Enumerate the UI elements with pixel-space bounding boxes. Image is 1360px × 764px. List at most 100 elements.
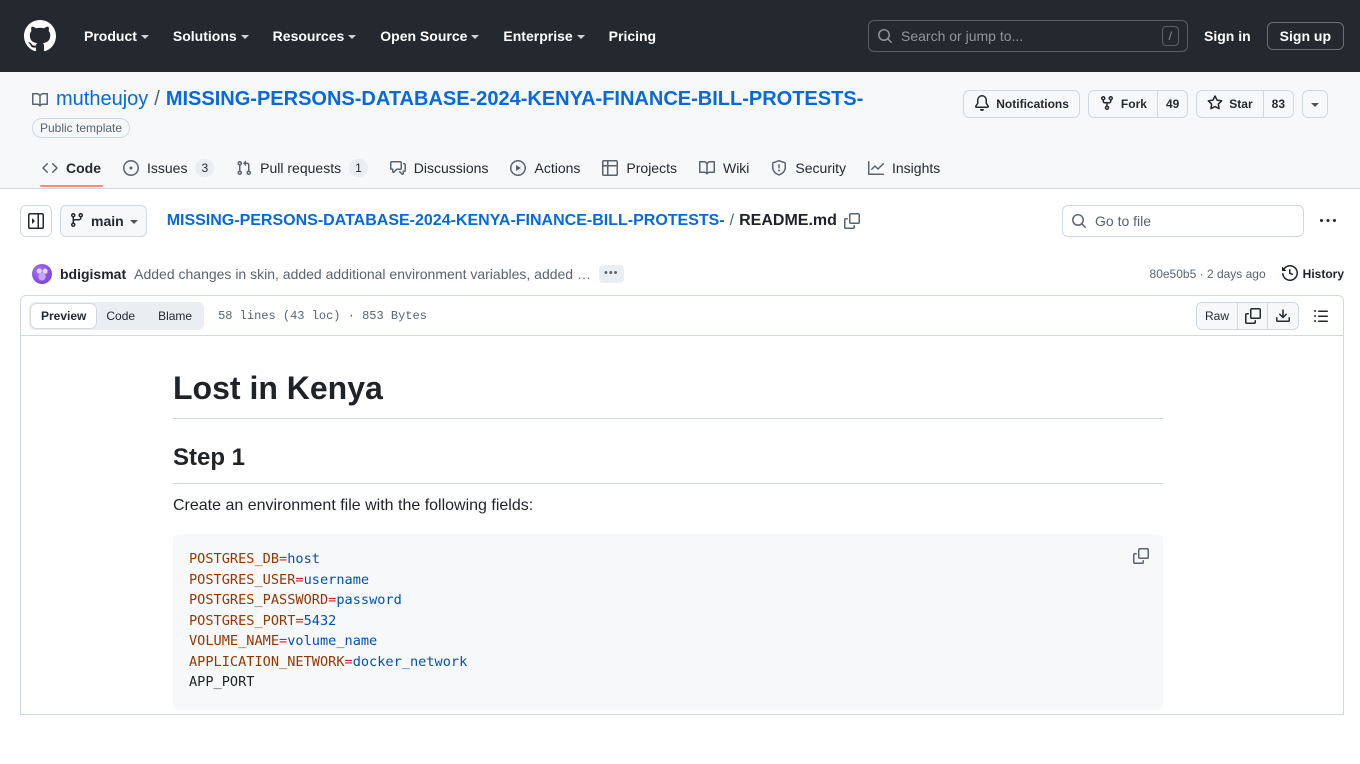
code-key: POSTGRES_PORT: [189, 613, 295, 629]
tab-label: Issues: [147, 160, 187, 176]
code-content: POSTGRES_DB=host POSTGRES_USER=username …: [189, 550, 1147, 694]
download-button[interactable]: [1268, 303, 1298, 329]
history-link[interactable]: History: [1282, 265, 1344, 284]
commit-author-link[interactable]: bdigismat: [60, 266, 126, 282]
search-input[interactable]: Search or jump to... /: [868, 20, 1188, 52]
file-navigation-bar: main MISSING-PERSONS-DATABASE-2024-KENYA…: [0, 189, 1360, 253]
star-icon: [1207, 95, 1223, 114]
tab-label: Pull requests: [260, 160, 341, 176]
repo-template-icon: [32, 92, 48, 108]
search-icon: [877, 28, 893, 44]
global-header-right: Search or jump to... / Sign in Sign up: [868, 20, 1344, 52]
history-label: History: [1303, 267, 1344, 281]
repository-title-row: mutheujoy / MISSING-PERSONS-DATABASE-202…: [32, 88, 1328, 138]
file-toolbar-actions: Raw: [1196, 302, 1335, 330]
global-nav-label: Enterprise: [503, 28, 572, 44]
fork-label: Fork: [1121, 97, 1147, 111]
bell-icon: [974, 95, 990, 114]
star-button-group: Star 83: [1196, 90, 1294, 118]
global-nav-label: Product: [84, 28, 137, 44]
github-mark-icon[interactable]: [24, 20, 56, 52]
global-nav-item-product[interactable]: Product: [72, 20, 161, 52]
view-tab-preview[interactable]: Preview: [31, 304, 96, 328]
star-button[interactable]: Star: [1196, 90, 1262, 118]
readme-preview: Lost in Kenya Step 1 Create an environme…: [21, 336, 1343, 715]
global-nav-label: Resources: [273, 28, 345, 44]
tab-pull-requests[interactable]: Pull requests 1: [226, 152, 378, 188]
copy-path-icon[interactable]: [844, 213, 860, 229]
file-navigation-right: Go to file: [1062, 205, 1344, 237]
tab-insights[interactable]: Insights: [858, 153, 950, 187]
sign-up-button[interactable]: Sign up: [1267, 22, 1344, 50]
notifications-label: Notifications: [996, 97, 1069, 111]
chevron-down-icon: [241, 35, 249, 39]
global-nav-label: Pricing: [609, 28, 656, 44]
star-count: 83: [1263, 90, 1294, 118]
readme-code-block: POSTGRES_DB=host POSTGRES_USER=username …: [173, 534, 1163, 710]
tab-code[interactable]: Code: [32, 153, 111, 187]
shield-icon: [771, 160, 787, 176]
code-equals: =: [345, 654, 353, 670]
code-key: POSTGRES_DB: [189, 551, 279, 567]
tab-count: 1: [349, 159, 368, 177]
repo-owner-link[interactable]: mutheujoy: [56, 88, 148, 111]
breadcrumb-repo-link[interactable]: MISSING-PERSONS-DATABASE-2024-KENYA-FINA…: [167, 212, 725, 230]
tab-label: Discussions: [414, 160, 489, 176]
branch-selector-button[interactable]: main: [60, 205, 147, 237]
tab-discussions[interactable]: Discussions: [380, 153, 499, 187]
code-value: username: [304, 572, 369, 588]
global-nav-item-enterprise[interactable]: Enterprise: [491, 20, 596, 52]
fork-button[interactable]: Fork: [1088, 90, 1157, 118]
raw-button[interactable]: Raw: [1197, 303, 1238, 329]
file-view-switcher: Preview Code Blame: [29, 302, 204, 330]
table-icon: [602, 160, 618, 176]
git-pull-request-icon: [236, 160, 252, 176]
sign-in-button[interactable]: Sign in: [1204, 28, 1251, 44]
star-dropdown-button[interactable]: [1302, 90, 1328, 118]
breadcrumb-file-name: README.md: [739, 212, 837, 230]
list-unordered-icon[interactable]: [1307, 302, 1335, 330]
file-toolbar: Preview Code Blame 58 lines (43 loc) · 8…: [21, 296, 1343, 336]
raw-actions-group: Raw: [1196, 302, 1299, 330]
tab-count: 3: [195, 159, 214, 177]
code-value: 5432: [304, 613, 337, 629]
author-avatar[interactable]: [32, 264, 52, 284]
commit-hash-and-time: 80e50b5 · 2 days ago: [1150, 267, 1266, 281]
tab-issues[interactable]: Issues 3: [113, 152, 224, 188]
file-meta-info: 58 lines (43 loc) · 853 Bytes: [218, 309, 427, 323]
tab-actions[interactable]: Actions: [500, 153, 590, 187]
code-key: VOLUME_NAME: [189, 633, 279, 649]
global-nav-item-pricing[interactable]: Pricing: [597, 20, 668, 52]
go-to-file-input[interactable]: Go to file: [1062, 205, 1304, 237]
global-nav-item-open-source[interactable]: Open Source: [368, 20, 491, 52]
view-tab-code[interactable]: Code: [96, 304, 145, 328]
commit-hash[interactable]: 80e50b5: [1150, 267, 1197, 281]
issue-opened-icon: [123, 160, 139, 176]
tab-projects[interactable]: Projects: [592, 153, 687, 187]
sidebar-expand-icon[interactable]: [20, 205, 52, 237]
repo-name-link[interactable]: MISSING-PERSONS-DATABASE-2024-KENYA-FINA…: [166, 88, 863, 111]
tab-wiki[interactable]: Wiki: [689, 153, 759, 187]
play-icon: [510, 160, 526, 176]
copy-raw-button[interactable]: [1238, 303, 1268, 329]
breadcrumb: MISSING-PERSONS-DATABASE-2024-KENYA-FINA…: [167, 212, 860, 230]
chevron-down-icon: [471, 35, 479, 39]
tab-security[interactable]: Security: [761, 153, 856, 187]
expand-commit-icon[interactable]: •••: [599, 265, 624, 283]
copy-code-button[interactable]: [1127, 542, 1155, 570]
readme-heading-1: Lost in Kenya: [173, 368, 1163, 419]
global-nav-item-resources[interactable]: Resources: [261, 20, 369, 52]
code-lines: POSTGRES_DB=host POSTGRES_USER=username …: [189, 551, 467, 690]
repo-title-separator: /: [154, 88, 160, 111]
code-icon: [42, 160, 58, 176]
code-equals: =: [279, 551, 287, 567]
notifications-button[interactable]: Notifications: [963, 90, 1080, 118]
view-tab-blame[interactable]: Blame: [148, 304, 202, 328]
tab-label: Code: [66, 160, 101, 176]
repository-header: mutheujoy / MISSING-PERSONS-DATABASE-202…: [0, 72, 1360, 189]
go-to-file-placeholder: Go to file: [1095, 213, 1151, 229]
global-nav-item-solutions[interactable]: Solutions: [161, 20, 261, 52]
kebab-horizontal-icon[interactable]: [1312, 205, 1344, 237]
commit-message[interactable]: Added changes in skin, added additional …: [134, 266, 591, 282]
global-nav: Product Solutions Resources Open Source …: [72, 20, 668, 52]
